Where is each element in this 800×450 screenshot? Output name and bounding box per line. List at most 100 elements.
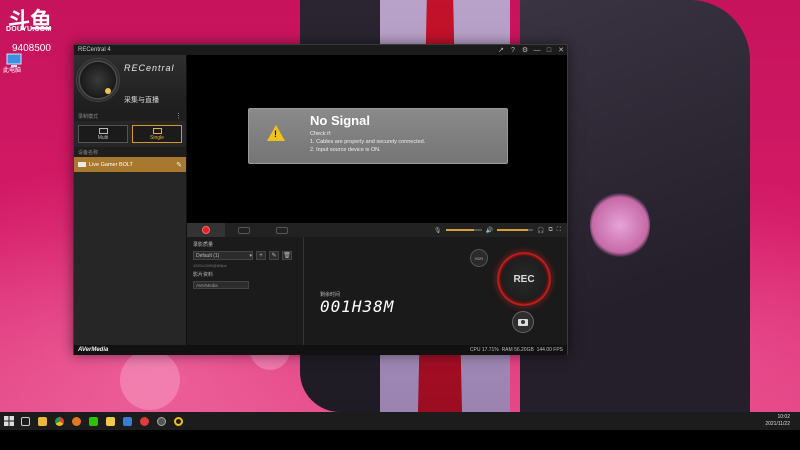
app-button[interactable] (68, 412, 85, 430)
clock-date: 2021/11/22 (765, 421, 790, 427)
tab-record[interactable] (187, 223, 225, 237)
netease-button[interactable] (136, 412, 153, 430)
folder-label: 影片资料 (193, 272, 214, 278)
obs-button[interactable] (170, 412, 187, 430)
chrome-button[interactable] (51, 412, 68, 430)
close-button[interactable]: ✕ (555, 46, 567, 54)
no-signal-check: Check if: (310, 131, 332, 137)
mic-volume-slider[interactable] (445, 229, 482, 231)
media-button[interactable] (119, 412, 136, 430)
speaker-volume-fill (497, 229, 528, 231)
sidebar: RECentral 采集与直播 录制模式 ⋮ Multi Single 设备名称… (74, 55, 187, 345)
popout-button[interactable]: ↗ (495, 46, 507, 54)
warning-mark: ! (274, 129, 277, 139)
settings-button[interactable]: ⚙ (519, 46, 531, 54)
screenshot-button[interactable] (512, 311, 534, 333)
fullscreen-icon[interactable]: ⛶ (557, 227, 561, 234)
cpu-usage: CPU 17.71% (469, 347, 499, 353)
notes-icon (106, 416, 115, 426)
stream-icon (238, 226, 250, 234)
edit-profile-button[interactable]: ✎ (269, 251, 279, 260)
system-clock[interactable]: 10:02 2021/11/22 (765, 414, 800, 428)
fps-value: 144.00 FPS (536, 347, 563, 353)
sidebar-header: RECentral 采集与直播 (74, 55, 186, 111)
add-profile-button[interactable]: + (256, 251, 266, 260)
brand-logo: RECentral (124, 63, 175, 73)
camera-lens (521, 319, 525, 324)
app-icon (72, 416, 81, 426)
time-remaining-value: 001H38M (320, 297, 395, 316)
mic-icon[interactable]: 🎙 (434, 227, 442, 234)
letterbox-bar (0, 430, 800, 450)
system-stats: CPU 17.71% RAM 56.20GB 144.00 FPS (470, 347, 563, 353)
quality-select[interactable]: Default (1) ▾ (193, 251, 253, 260)
wechat-button[interactable] (85, 412, 102, 430)
hdr-button[interactable]: HDR (470, 249, 488, 267)
maximize-button[interactable]: □ (543, 47, 555, 54)
recentral-icon (157, 416, 166, 426)
mode-multi-button[interactable]: Multi (78, 125, 128, 143)
media-icon (123, 416, 132, 426)
recentral-taskbar-button[interactable] (153, 412, 170, 430)
notes-button[interactable] (102, 412, 119, 430)
quality-value: Default (1) (196, 252, 220, 259)
recentral-window: RECentral 4 ↗ ? ⚙ — □ ✕ RECentral 采集与直播 … (73, 44, 568, 355)
ram-usage: RAM 56.20GB (501, 347, 534, 353)
camera-icon (518, 318, 528, 326)
taskbar: 10:02 2021/11/22 (0, 412, 800, 430)
speaker-volume-slider[interactable] (497, 229, 534, 231)
delete-profile-button[interactable]: 🗑 (282, 251, 292, 260)
no-signal-line2: 2. Input source device is ON. (310, 147, 381, 153)
section-device-label: 设备名称 (78, 149, 99, 156)
headphone-icon[interactable]: 🎧 (537, 227, 544, 234)
desktop-icon-label: 此电脑 (3, 68, 22, 74)
device-item[interactable]: Live Gamer BOLT ✎ (74, 157, 186, 172)
folder-icon (38, 416, 47, 426)
circle-app-icon (174, 416, 183, 426)
minimize-button[interactable]: — (531, 47, 543, 54)
more-icon[interactable]: ⋮ (175, 112, 182, 120)
status-bar: AVerMedia CPU 17.71% RAM 56.20GB 144.00 … (74, 345, 567, 355)
mode-single-label: Single (150, 134, 164, 141)
help-button[interactable]: ? (507, 47, 519, 54)
device-name: Live Gamer BOLT (89, 161, 133, 168)
control-tabs: 🎙 🔊 🎧 ⧉ ⛶ (187, 223, 567, 237)
mode-single-button[interactable]: Single (132, 125, 182, 143)
mode-dial[interactable] (76, 58, 120, 102)
task-view-icon (21, 416, 30, 426)
mode-multi-label: Multi (97, 134, 109, 141)
task-view-button[interactable] (17, 412, 34, 430)
dial-indicator (105, 88, 111, 94)
mode-subtitle: 采集与直播 (124, 97, 159, 104)
netease-icon (140, 416, 149, 426)
device-icon (78, 162, 86, 167)
mode-selector: Multi Single (74, 121, 186, 147)
rec-button[interactable]: REC (496, 251, 552, 307)
file-explorer-button[interactable] (34, 412, 51, 430)
start-button[interactable] (0, 412, 17, 430)
flower (590, 190, 650, 260)
mic-volume-fill (445, 229, 475, 231)
windows-icon (3, 416, 14, 426)
quality-row: Default (1) ▾ + ✎ 🗑 (193, 251, 297, 260)
clock-time: 10:02 (777, 414, 790, 420)
speaker-icon[interactable]: 🔊 (486, 227, 493, 234)
tab-audio[interactable] (263, 223, 301, 237)
record-settings: 录影质量 Default (1) ▾ + ✎ 🗑 1920x1080@60fps… (187, 237, 304, 345)
section-device: 设备名称 (74, 147, 186, 157)
edit-icon[interactable]: ✎ (176, 161, 182, 169)
window-title: RECentral 4 (78, 47, 111, 53)
no-signal-line1: 1. Cables are properly and securely conn… (310, 139, 426, 145)
chevron-down-icon: ▾ (249, 252, 252, 259)
section-mode-label: 录制模式 (78, 113, 99, 120)
folder-field[interactable]: AVerMedia (193, 281, 249, 289)
douyu-logo: 斗鱼 (8, 8, 52, 34)
record-panel: 剩余时间 001H38M HDR REC (304, 237, 567, 345)
douyu-url: DOUYU.COM (6, 26, 52, 33)
bokeh-light (120, 350, 180, 410)
title-bar: RECentral 4 ↗ ? ⚙ — □ ✕ (74, 45, 567, 55)
tab-stream[interactable] (225, 223, 263, 237)
multi-icon (98, 127, 108, 134)
avermedia-logo: AVerMedia (78, 347, 109, 353)
audio-settings-icon[interactable]: ⧉ (549, 227, 553, 234)
